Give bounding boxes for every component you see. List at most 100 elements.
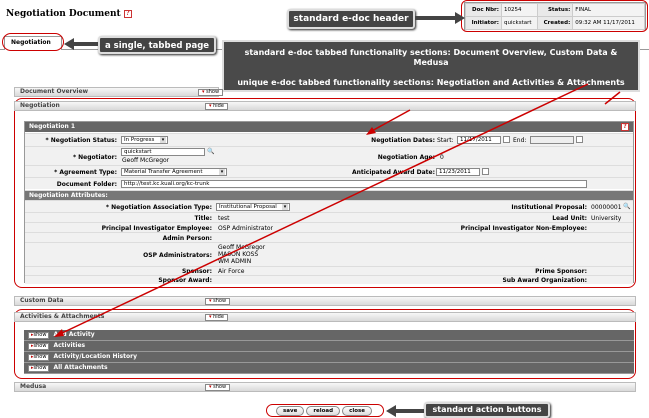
section-medusa: Medusa [14,382,636,392]
negotiation-age-value: 0 [440,154,444,161]
action-buttons: save reload close [276,406,374,416]
negotiation-hide-label: hide [205,103,228,110]
row-title: Title: test Lead Unit: University [25,212,633,222]
header-highlight [461,0,648,32]
pi-label: Principal Investigator Employee: [101,225,212,232]
calendar-icon[interactable] [503,136,510,143]
callout-tabbed: a single, tabbed page [98,36,216,54]
overview-show-button[interactable]: show [198,88,224,96]
row-negotiator: * Negotiator: quickstart 🔍 Geoff McGrego… [25,146,633,165]
row-status: * Negotiation Status: In Progress Negoti… [25,133,633,146]
admin-person-label: Admin Person: [162,235,212,242]
close-button[interactable]: close [342,406,373,416]
lead-unit-label: Lead Unit: [552,215,587,222]
row-award: Sponsor Award: Sub Award Organization: [25,275,633,284]
negotiation-age-label: Negotiation Age: [377,154,435,161]
section-custom-data: Custom Data [14,296,636,306]
tab-highlight [2,33,64,51]
section-activities: Activities & Attachments [14,312,636,322]
end-date-input[interactable] [530,136,574,144]
lookup-icon[interactable]: 🔍 [623,203,630,210]
prime-sponsor-label: Prime Sponsor: [535,268,587,275]
row-folder: Document Folder: http://test.kc.kuali.or… [25,177,633,189]
title-value: test [218,215,230,222]
agreement-type-select[interactable]: Material Transfer Agreement [121,168,227,176]
sponsor-value: Air Force [218,268,245,275]
agreement-type-label: * Agreement Type: [54,169,117,176]
reload-button[interactable]: reload [306,406,341,416]
section-negotiation: Negotiation [14,101,636,111]
activities-hide-label: hide [205,314,228,321]
row-pi: Principal Investigator Employee: OSP Adm… [25,222,633,232]
pi-non-employee-label: Principal Investigator Non-Employee: [460,225,587,232]
negotiation-panel-header: Negotiation 1? [25,122,633,132]
help-icon[interactable]: ? [123,9,132,18]
document-folder-label: Document Folder: [56,181,117,188]
section-negotiation-label: Negotiation [20,102,60,109]
activity-row: showAll Attachments [24,363,634,374]
save-button[interactable]: save [276,406,305,416]
section-custom-label: Custom Data [20,297,64,304]
activities-hide-button[interactable]: hide [205,313,228,321]
pi-value: OSP Administrator [218,225,273,232]
section-medusa-label: Medusa [20,383,47,390]
osp-admin-1: Geoff McGregor [218,244,266,251]
row-osp: OSP Administrators: Geoff McGregor MASON… [25,242,633,266]
custom-show-label: show [205,298,231,305]
activity-row: showActivities [24,341,634,352]
assoc-type-label: * Negotiation Association Type: [105,204,212,211]
lookup-icon[interactable]: 🔍 [207,148,214,155]
negotiation-hide-button[interactable]: hide [205,102,228,110]
section-document-overview: Document Overview [14,87,219,97]
custom-show-button[interactable]: show [205,297,231,305]
attachments-label: All Attachments [53,364,108,371]
activity-row: showAdd Activity [24,330,634,341]
document-folder-input[interactable]: http://test.kc.kuali.org/kc-trunk [121,180,587,188]
attributes-header: Negotiation Attributes: [25,190,633,200]
calendar-icon[interactable] [576,136,583,143]
assoc-type-select[interactable]: Institutional Proposal [216,203,290,211]
osp-admins-label: OSP Administrators: [143,252,212,259]
activities-show-button[interactable]: show [28,343,50,350]
callout-tab-arrow [64,38,100,50]
add-activity-label: Add Activity [53,331,95,338]
panel-help-icon[interactable]: ? [621,123,629,131]
end-label: End: [513,137,527,144]
negotiation-panel-title: Negotiation 1 [29,123,76,130]
activities-label: Activities [53,342,86,349]
callout-sections-line2: unique e-doc tabbed functionality sectio… [237,78,625,87]
calendar-icon[interactable] [482,168,489,175]
callout-sections-line1: standard e-doc tabbed functionality sect… [244,48,618,67]
osp-admin-2: MASON KOSS [218,251,259,258]
callout-actions: standard action buttons [424,402,550,418]
history-show-button[interactable]: show [28,354,50,361]
section-overview-label: Document Overview [20,88,89,95]
medusa-show-button[interactable]: show [205,383,231,391]
add-activity-show-button[interactable]: show [28,332,50,339]
row-assoc: * Negotiation Association Type: Institut… [25,200,633,212]
sub-award-label: Sub Award Organization: [502,277,587,284]
medusa-show-label: show [205,384,231,391]
row-admin: Admin Person: [25,232,633,242]
start-date-input[interactable]: 11/17/2011 [457,136,501,144]
callout-actions-arrow [386,405,426,417]
row-agreement: * Agreement Type: Material Transfer Agre… [25,165,633,177]
attachments-show-button[interactable]: show [28,365,50,372]
sponsor-award-label: Sponsor Award: [158,277,212,284]
callout-sections: standard e-doc tabbed functionality sect… [222,40,640,92]
negotiator-input[interactable]: quickstart [121,148,205,156]
osp-admin-3: WM ADMIN [218,258,252,265]
activity-row: showActivity/Location History [24,352,634,363]
history-label: Activity/Location History [53,353,137,360]
page-title: Negotiation Document? [6,9,132,19]
anticipated-award-input[interactable]: 11/23/2011 [436,168,480,176]
start-label: Start: [437,137,454,144]
page-title-text: Negotiation Document [6,9,121,19]
negotiation-status-select[interactable]: In Progress [121,136,168,144]
callout-header: standard e-doc header [287,9,415,29]
negotiation-panel: Negotiation 1? * Negotiation Status: In … [24,121,634,284]
row-sponsor: Sponsor: Air Force Prime Sponsor: [25,266,633,275]
negotiator-name: Geoff McGregor [122,157,170,164]
anticipated-award-label: Anticipated Award Date: [351,169,435,176]
sponsor-label: Sponsor: [181,268,212,275]
